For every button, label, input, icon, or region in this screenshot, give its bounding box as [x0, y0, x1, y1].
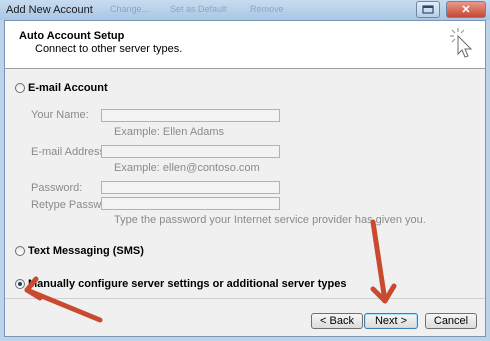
text-messaging-label: Text Messaging (SMS) [28, 245, 144, 257]
manual-config-radio[interactable] [15, 279, 25, 289]
manual-config-label: Manually configure server settings or ad… [28, 278, 347, 290]
password-input[interactable] [101, 181, 280, 194]
password-hint: Type the password your Internet service … [114, 214, 426, 226]
header-title: Auto Account Setup [19, 30, 125, 42]
magic-wand-cursor-icon [450, 28, 473, 58]
window-icon [422, 5, 434, 14]
dialog-footer: < Back Next > Cancel [5, 298, 485, 336]
text-messaging-option[interactable]: Text Messaging (SMS) [15, 245, 144, 257]
back-button[interactable]: < Back [311, 313, 363, 329]
dialog-frame: Auto Account Setup Connect to other serv… [4, 20, 486, 337]
dialog-body: E-mail Account Your Name: Example: Ellen… [5, 69, 485, 298]
email-account-radio[interactable] [15, 83, 25, 93]
dialog-header: Auto Account Setup Connect to other serv… [5, 21, 485, 69]
next-button[interactable]: Next > [364, 313, 418, 329]
background-menu-item: Set as Default [170, 4, 227, 14]
title-bar: Add New Account Change... Set as Default… [0, 0, 490, 20]
window-title: Add New Account [6, 4, 93, 16]
email-account-label: E-mail Account [28, 82, 108, 94]
maximize-button[interactable] [416, 1, 440, 18]
text-messaging-radio[interactable] [15, 246, 25, 256]
email-address-example: Example: ellen@contoso.com [114, 162, 260, 174]
email-address-input[interactable] [101, 145, 280, 158]
retype-password-input[interactable] [101, 197, 280, 210]
manual-config-option[interactable]: Manually configure server settings or ad… [15, 278, 347, 290]
email-address-label: E-mail Address: [31, 146, 109, 158]
close-button[interactable]: ✕ [446, 1, 486, 18]
your-name-label: Your Name: [31, 109, 89, 121]
cancel-button[interactable]: Cancel [425, 313, 477, 329]
email-account-option[interactable]: E-mail Account [15, 82, 108, 94]
password-label: Password: [31, 182, 83, 194]
background-menu-item: Change... [110, 4, 150, 14]
close-icon: ✕ [461, 4, 471, 16]
your-name-example: Example: Ellen Adams [114, 126, 225, 138]
background-menu-item: Remove [250, 4, 284, 14]
your-name-input[interactable] [101, 109, 280, 122]
header-subtitle: Connect to other server types. [35, 43, 183, 55]
